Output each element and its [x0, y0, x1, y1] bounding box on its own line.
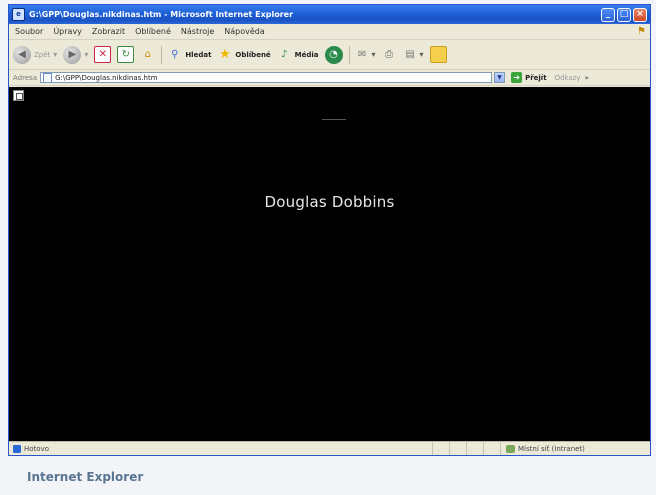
history-button[interactable]: ◔ [324, 45, 343, 64]
browser-window: e G:\GPP\Douglas.nikdinas.htm - Microsof… [8, 4, 651, 456]
menu-bar: Soubor Úpravy Zobrazit Oblíbené Nástroje… [9, 24, 650, 40]
go-arrow-icon: ➜ [511, 72, 523, 83]
toolbar-separator [161, 45, 163, 64]
status-cell [466, 442, 483, 455]
status-cell [449, 442, 466, 455]
window-controls: _ □ × [601, 7, 647, 22]
refresh-button[interactable]: ↻ [117, 46, 135, 63]
menu-tools[interactable]: Nástroje [181, 27, 214, 36]
page-content: Douglas Dobbins [9, 87, 650, 443]
status-cell [483, 442, 500, 455]
stop-button[interactable]: ✕ [94, 46, 112, 63]
address-input[interactable]: G:\GPP\Douglas.nikdinas.htm [40, 72, 493, 83]
search-icon: ⚲ [171, 49, 179, 60]
minimize-button[interactable]: _ [601, 7, 615, 22]
windows-flag-icon: ⚑ [637, 26, 646, 37]
maximize-button[interactable]: □ [617, 7, 631, 22]
print-button[interactable]: ⎙ [382, 47, 397, 62]
stop-icon: ✕ [94, 46, 112, 63]
toolbar-separator-2 [348, 45, 350, 64]
status-cell [432, 442, 449, 455]
title-bar[interactable]: e G:\GPP\Douglas.nikdinas.htm - Microsof… [9, 5, 650, 24]
address-bar: Adresa G:\GPP\Douglas.nikdinas.htm ▼ ➜ P… [9, 70, 650, 86]
back-arrow-icon: ◀ [13, 45, 31, 64]
status-cells: Místní síť (Intranet) [432, 442, 650, 455]
standard-toolbar: ◀ Zpět ▾ ▶ ▾ ✕ ↻ ⌂ ⚲ Hledat ★ Oblíbené ♪… [9, 40, 650, 70]
back-dropdown-icon: ▾ [53, 50, 58, 59]
content-toggle-button[interactable] [13, 90, 24, 101]
ie-page-icon: e [12, 8, 25, 21]
star-icon: ★ [219, 47, 231, 62]
print-icon: ⎙ [385, 49, 394, 60]
refresh-icon: ↻ [117, 46, 135, 63]
status-bar: Hotovo Místní síť (Intranet) [9, 441, 650, 455]
messenger-button[interactable] [429, 46, 447, 63]
home-button[interactable]: ⌂ [140, 47, 155, 62]
address-dropdown-icon[interactable]: ▼ [494, 72, 506, 83]
edit-button[interactable]: ▤ ▾ [403, 47, 424, 62]
status-text: Hotovo [24, 444, 49, 453]
close-button[interactable]: × [633, 7, 647, 22]
media-icon: ♪ [280, 49, 288, 60]
media-button[interactable]: ♪ Média [277, 47, 319, 62]
menu-file[interactable]: Soubor [15, 27, 43, 36]
folder-icon [429, 46, 447, 63]
home-icon: ⌂ [144, 49, 151, 60]
forward-arrow-icon: ▶ [63, 45, 82, 64]
page-heading: Douglas Dobbins [264, 193, 395, 211]
links-label[interactable]: Odkazy [555, 74, 581, 82]
page-icon [43, 73, 53, 82]
forward-button[interactable]: ▶ ▾ [63, 45, 89, 64]
done-page-icon [13, 444, 21, 453]
address-label: Adresa [13, 73, 38, 82]
zone-text: Místní síť (Intranet) [518, 444, 585, 453]
menu-help[interactable]: Nápověda [224, 27, 265, 36]
back-button[interactable]: ◀ Zpět ▾ [13, 45, 58, 64]
edit-dropdown-icon: ▾ [419, 50, 424, 59]
address-value: G:\GPP\Douglas.nikdinas.htm [55, 73, 158, 82]
menu-view[interactable]: Zobrazit [92, 27, 125, 36]
mail-dropdown-icon: ▾ [371, 50, 376, 59]
window-title: G:\GPP\Douglas.nikdinas.htm - Microsoft … [29, 10, 294, 19]
links-chevron-icon[interactable]: » [585, 74, 589, 82]
go-button[interactable]: ➜ Přejít [511, 72, 547, 83]
figure-caption: Internet Explorer [27, 470, 144, 484]
intranet-icon [506, 444, 515, 453]
edit-icon: ▤ [405, 49, 415, 60]
security-zone: Místní síť (Intranet) [500, 442, 650, 455]
menu-favorites[interactable]: Oblíbené [135, 27, 171, 36]
forward-dropdown-icon: ▾ [84, 50, 89, 59]
decorative-line [322, 119, 346, 120]
mail-button[interactable]: ✉ ▾ [355, 47, 376, 62]
favorites-button[interactable]: ★ Oblíbené [217, 47, 271, 62]
mail-icon: ✉ [357, 49, 367, 60]
history-icon: ◔ [324, 45, 343, 64]
menu-edit[interactable]: Úpravy [53, 27, 82, 36]
search-button[interactable]: ⚲ Hledat [167, 47, 211, 62]
